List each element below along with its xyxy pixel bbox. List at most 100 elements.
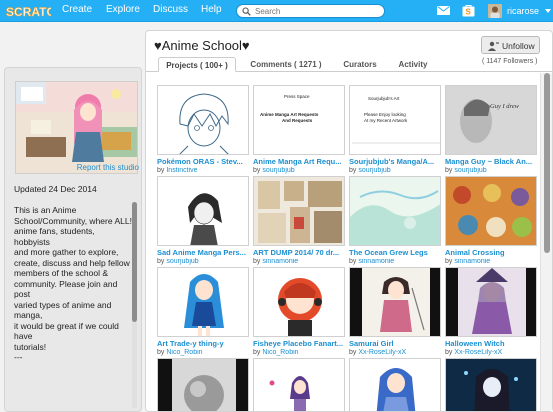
project-title[interactable]: Sad Anime Manga Pers... [157,248,249,257]
project-thumbnail[interactable]: Guy I drew [445,85,537,155]
project-thumbnail[interactable] [157,85,249,155]
description-line: members of the school & [14,268,109,278]
project-title[interactable]: Fisheye Placebo Fanart... [253,339,345,348]
project-author-line: by Xx-RoseLily-xX [445,349,537,356]
nav-explore[interactable]: Explore [106,4,140,15]
project-title[interactable]: Samurai Girl [349,339,441,348]
project-author[interactable]: sourjubjub [166,258,198,265]
scratch-logo[interactable]: SCRATCH [5,2,51,20]
by-label: by [253,258,261,265]
by-label: by [349,258,357,265]
project-thumbnail[interactable] [157,358,249,411]
project-author[interactable]: Nico_Robin [262,349,298,356]
projects-grid: Pokémon ORAS - Stev... by Instinctive Pr… [146,73,538,411]
project-thumbnail[interactable]: Sourjubjub's Art Please Enjoy looking At… [349,85,441,155]
search-input[interactable] [255,5,380,17]
tab-projects[interactable]: Projects ( 100+ ) [158,57,236,72]
project-thumbnail[interactable] [157,267,249,337]
project-thumbnail[interactable] [253,358,345,411]
user-avatar[interactable] [488,4,502,18]
project-thumbnail[interactable] [253,176,345,246]
project-author[interactable]: sourjubjub [262,167,294,174]
project-author[interactable]: sinnamonie [454,258,490,265]
project-title[interactable]: The Ocean Grew Legs [349,248,441,257]
by-label: by [445,258,453,265]
followers-count: ( 1147 Followers ) [482,58,538,65]
project-author-line: by sourjubjub [445,167,537,174]
project-author-line: by sinnamonie [253,258,345,265]
description-scroll-thumb[interactable] [132,202,137,322]
unfollow-button[interactable]: Unfollow [481,36,540,54]
project-thumbnail[interactable] [157,176,249,246]
project-author-line: by sourjubjub [253,167,345,174]
description-line: and more gather to explore, [14,247,119,257]
project-thumbnail[interactable] [349,358,441,411]
my-stuff-icon[interactable]: S [462,4,475,17]
studio-title: ♥Anime School♥ [154,38,250,53]
description-line: anime fans, students, hobbyists [14,226,95,247]
unfollow-label: Unfollow [502,41,535,51]
project-title[interactable]: Anime Manga Art Requ... [253,157,345,166]
nav-create[interactable]: Create [62,4,92,15]
updated-date: Updated 24 Dec 2014 [14,184,97,194]
project-thumbnail[interactable] [445,267,537,337]
thumb-text: And Requests [282,118,313,123]
project-author[interactable]: sinnamonie [262,258,298,265]
logo-text: SCRATCH [6,5,51,19]
project-thumbnail[interactable] [445,176,537,246]
description-line: create, discuss and help fellow [14,257,130,268]
project-thumbnail[interactable] [349,176,441,246]
project-author-line: by sinnamonie [445,258,537,265]
studio-thumbnail [15,81,138,174]
username[interactable]: ricarose [507,6,539,16]
description-line: varied types of anime and manga, [14,299,112,321]
description-scrollbar[interactable] [132,202,137,408]
project-author[interactable]: Xx-RoseLily-xX [454,349,502,356]
by-label: by [157,167,165,174]
by-label: by [445,167,453,174]
studio-description: This is an Anime School/Community, where… [14,205,132,363]
project-author[interactable]: Nico_Robin [166,349,202,356]
project-author[interactable]: Xx-RoseLily-xX [358,349,406,356]
description-line: community. Please join and post [14,278,118,300]
tab-comments[interactable]: Comments ( 1271 ) [244,57,328,72]
project-thumbnail[interactable] [445,358,537,411]
project-title[interactable]: Art Trade-y thing-y [157,339,249,348]
project-author[interactable]: sourjubjub [358,167,390,174]
tab-activity[interactable]: Activity [390,57,436,72]
project-title[interactable]: Pokémon ORAS - Stev... [157,157,249,166]
project-title[interactable]: Halloween Witch [445,339,537,348]
by-label: by [445,349,453,356]
projects-scrollbar[interactable] [540,73,552,411]
messages-icon[interactable] [437,6,450,15]
project-author[interactable]: Instinctive [166,167,197,174]
project-title[interactable]: Manga Guy ~ Black An... [445,157,537,166]
by-label: by [349,167,357,174]
description-line: tutorials! [14,341,47,352]
description-line: This is an Anime [14,205,77,215]
description-line: --- [14,352,23,362]
projects-scroll-thumb[interactable] [544,73,550,253]
project-author[interactable]: sourjubjub [454,167,486,174]
project-author-line: by Nico_Robin [157,349,249,356]
project-title[interactable]: Animal Crossing [445,248,537,257]
thumb-text: Guy I drew [490,103,520,110]
project-title[interactable]: ART DUMP 2014/ 70 dr... [253,248,345,257]
chevron-down-icon[interactable] [545,9,551,13]
thumb-text: Press Space [284,94,310,99]
search-box[interactable] [236,4,385,18]
project-author-line: by sourjubjub [157,258,249,265]
search-icon [242,7,251,16]
project-author[interactable]: sinnamonie [358,258,394,265]
project-thumbnail[interactable]: Press Space Anime Manga Art Requests And… [253,85,345,155]
project-thumbnail[interactable] [349,267,441,337]
tab-curators[interactable]: Curators [334,57,386,72]
report-studio-link[interactable]: Report this studio [77,163,139,172]
studio-info-panel: Report this studio Updated 24 Dec 2014 T… [4,67,142,412]
nav-discuss[interactable]: Discuss [153,4,188,15]
project-title[interactable]: Sourjubjub's Manga/A... [349,157,441,166]
user-icon [488,41,499,51]
project-author-line: by Instinctive [157,167,249,174]
project-thumbnail[interactable] [253,267,345,337]
nav-help[interactable]: Help [201,4,222,15]
